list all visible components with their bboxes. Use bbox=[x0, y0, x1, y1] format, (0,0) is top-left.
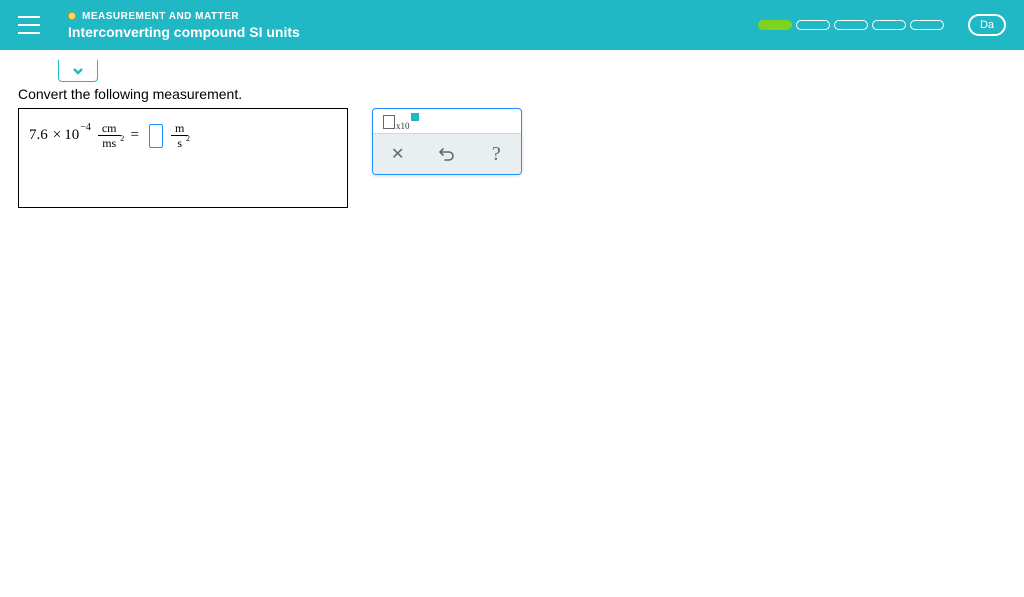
coefficient: 7.6 bbox=[29, 127, 48, 144]
left-unit-denominator: ms 2 bbox=[98, 136, 120, 150]
left-unit-fraction: cm ms 2 bbox=[98, 121, 121, 150]
layout-row: 7.6 × 10 −4 cm ms 2 = m s 2 bbox=[18, 108, 1006, 208]
page-title: Interconverting compound SI units bbox=[68, 24, 300, 40]
clear-button[interactable]: ✕ bbox=[373, 134, 422, 174]
app-header: MEASUREMENT AND MATTER Interconverting c… bbox=[0, 0, 1024, 50]
insert-power-of-ten-button[interactable]: x10 bbox=[379, 111, 422, 133]
progress-segment bbox=[910, 20, 944, 30]
topic-line: MEASUREMENT AND MATTER bbox=[68, 11, 300, 22]
x-icon: ✕ bbox=[391, 144, 404, 164]
progress-segment bbox=[758, 20, 792, 30]
undo-button[interactable] bbox=[422, 134, 471, 174]
placeholder-box-icon bbox=[383, 115, 395, 129]
equation: 7.6 × 10 −4 cm ms 2 = m s 2 bbox=[29, 121, 192, 150]
left-unit-numerator: cm bbox=[98, 121, 121, 136]
topic-bullet-icon bbox=[68, 12, 76, 20]
x10-label: x10 bbox=[396, 121, 410, 131]
menu-icon[interactable] bbox=[18, 16, 40, 34]
toolbox-row-actions: ✕ ? bbox=[373, 133, 521, 174]
user-pill[interactable]: Da bbox=[968, 14, 1006, 36]
dropdown-tab[interactable] bbox=[58, 60, 98, 82]
answer-toolbox: x10 ✕ ? bbox=[372, 108, 522, 175]
header-titles: MEASUREMENT AND MATTER Interconverting c… bbox=[68, 11, 300, 40]
undo-icon bbox=[439, 146, 455, 162]
exponent-box-icon bbox=[411, 113, 419, 121]
question-prompt: Convert the following measurement. bbox=[18, 86, 1006, 102]
progress-segment bbox=[834, 20, 868, 30]
equals-sign: = bbox=[131, 127, 139, 144]
base: 10 bbox=[64, 127, 79, 144]
progress-bar bbox=[758, 20, 944, 30]
progress-segment bbox=[872, 20, 906, 30]
question-icon: ? bbox=[492, 143, 501, 166]
answer-input[interactable] bbox=[149, 124, 163, 148]
content-area: Convert the following measurement. 7.6 ×… bbox=[0, 50, 1024, 218]
topic-text: MEASUREMENT AND MATTER bbox=[82, 11, 239, 22]
chevron-down-icon bbox=[72, 65, 84, 77]
exponent: −4 bbox=[80, 122, 91, 133]
right-unit-denominator: s 2 bbox=[173, 136, 186, 150]
right-unit-fraction: m s 2 bbox=[171, 121, 188, 150]
equation-box: 7.6 × 10 −4 cm ms 2 = m s 2 bbox=[18, 108, 348, 208]
times-symbol: × bbox=[53, 127, 61, 144]
progress-segment bbox=[796, 20, 830, 30]
toolbox-row-insert: x10 bbox=[373, 109, 521, 133]
help-button[interactable]: ? bbox=[472, 134, 521, 174]
